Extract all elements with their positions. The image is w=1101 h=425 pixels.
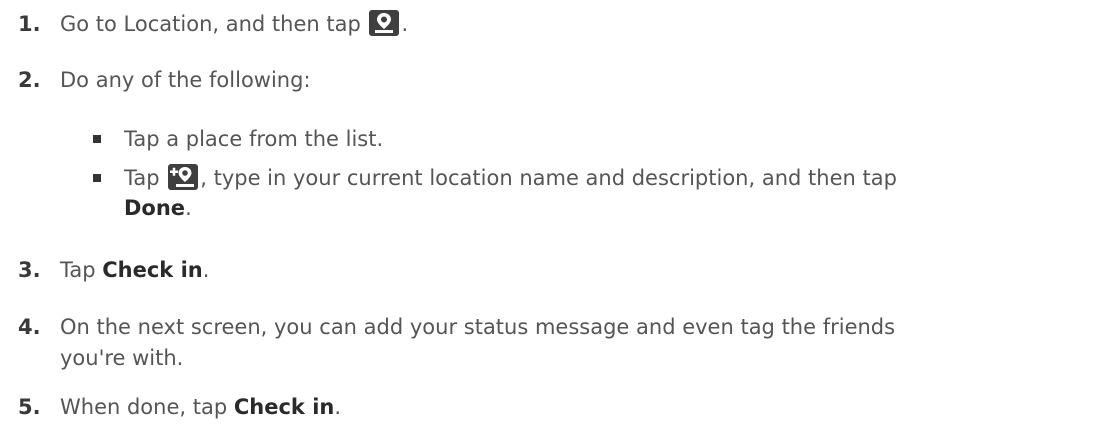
sub-step-text: Tap a place from the list. — [124, 127, 384, 151]
sub-step-text-part: . — [185, 196, 192, 220]
step-text: Tap Check in. — [60, 256, 1087, 284]
step-text: Go to Location, and then tap . — [60, 10, 1087, 38]
step-text-part: When done, tap — [60, 395, 234, 419]
sub-step-text-part: Tap — [124, 166, 167, 190]
step-text-part: . — [334, 395, 342, 419]
step-number: 3. — [18, 258, 41, 282]
add-location-icon — [168, 164, 199, 190]
step-text-part: you're with. — [60, 346, 184, 370]
step-text: Do any of the following: — [60, 68, 311, 92]
step-number: 2. — [18, 68, 41, 92]
sub-step-text-part: , type in your current location name and… — [200, 166, 897, 190]
bullet-icon — [93, 174, 101, 182]
step-text: When done, tap Check in. — [60, 393, 1087, 421]
bullet-icon — [93, 135, 101, 143]
step-text-part: On the next screen, you can add your sta… — [60, 315, 896, 339]
step-text-part: . — [401, 12, 409, 36]
sub-step-text: Tap , type in your current location name… — [124, 163, 1087, 223]
ui-label-done: Done — [124, 196, 186, 220]
step-number: 5. — [18, 395, 41, 419]
step-text: On the next screen, you can add your sta… — [60, 312, 1087, 374]
ui-label-check-in: Check in — [102, 258, 203, 282]
location-pin-icon — [369, 10, 400, 36]
step-text-part: . — [202, 258, 210, 282]
ui-label-check-in: Check in — [233, 395, 335, 419]
step-number: 4. — [18, 315, 41, 339]
step-number: 1. — [18, 12, 41, 36]
step-text-part: Go to Location, and then tap — [60, 12, 368, 36]
step-text-part: Tap — [60, 258, 103, 282]
